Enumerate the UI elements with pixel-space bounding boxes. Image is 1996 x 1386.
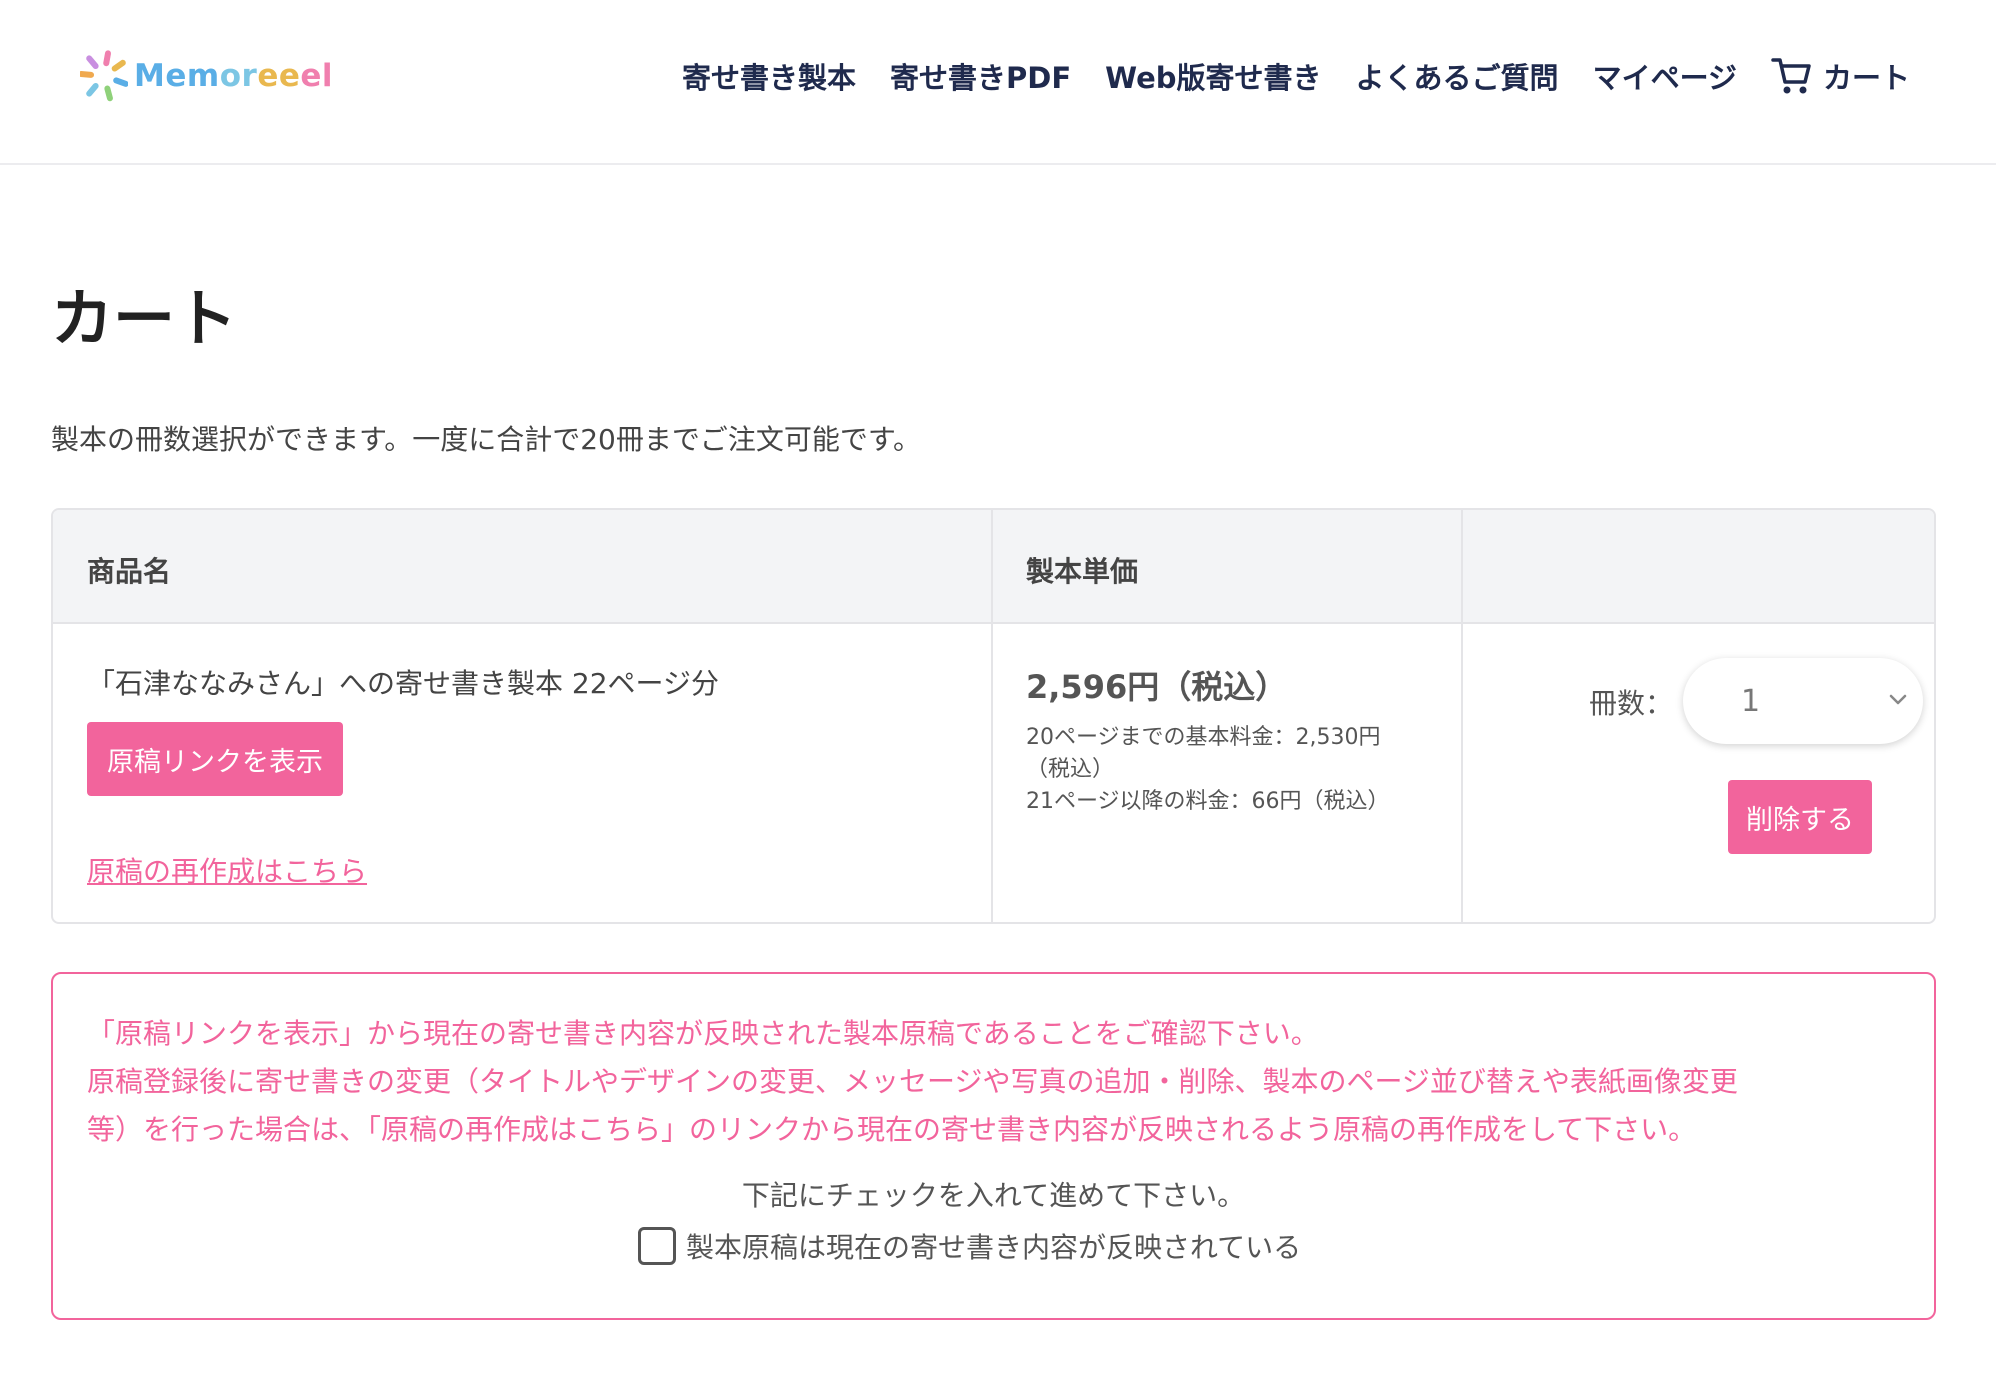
product-name: 「石津ななみさん」への寄せ書き製本 22ページ分 xyxy=(87,667,719,700)
price-breakdown: 20ページまでの基本料金：2,530円 （税込） 21ページ以降の料金：66円（… xyxy=(1026,722,1446,818)
site-logo[interactable]: Memoreeel xyxy=(80,46,333,106)
price-note-base: 20ページまでの基本料金：2,530円 xyxy=(1026,725,1381,750)
manuscript-notice: 「原稿リンクを表示」から現在の寄せ書き内容が反映された製本原稿であることをご確認… xyxy=(51,972,1936,1320)
intro-text: 製本の冊数選択ができます。一度に合計で20冊までご注文可能です。 xyxy=(51,423,922,456)
nav-item-cart-label: カート xyxy=(1822,61,1910,95)
price-note-extra: 21ページ以降の料金：66円（税込） xyxy=(1026,789,1390,814)
notice-line-1: 「原稿リンクを表示」から現在の寄せ書き内容が反映された製本原稿であることをご確認… xyxy=(87,1017,1319,1050)
nav-item-web[interactable]: Web版寄せ書き xyxy=(1105,55,1321,97)
logo-text: Memoreeel xyxy=(134,58,334,94)
recreate-manuscript-link[interactable]: 原稿の再作成はこちら xyxy=(87,850,367,890)
column-divider xyxy=(1461,510,1463,922)
notice-line-3: 等）を行った場合は、「原稿の再作成はこちら」のリンクから現在の寄せ書き内容が反映… xyxy=(87,1113,1697,1146)
logo-burst-icon xyxy=(80,50,128,102)
nav-item-mypage[interactable]: マイページ xyxy=(1593,55,1737,97)
confirm-checkbox-label: 製本原稿は現在の寄せ書き内容が反映されている xyxy=(686,1231,1302,1264)
quantity-value: 1 xyxy=(1741,683,1761,719)
page-title: カート xyxy=(51,282,238,355)
quantity-label: 冊数： xyxy=(1589,687,1674,720)
quantity-select[interactable]: 1 xyxy=(1683,658,1923,744)
confirm-checkbox-row[interactable]: 製本原稿は現在の寄せ書き内容が反映されている xyxy=(638,1226,1301,1266)
confirm-checkbox[interactable] xyxy=(638,1227,676,1265)
table-header xyxy=(53,510,1934,624)
nav-item-binding[interactable]: 寄せ書き製本 xyxy=(682,55,856,97)
chevron-down-icon xyxy=(1889,694,1907,705)
price-note-tax: （税込） xyxy=(1026,757,1115,782)
nav-item-pdf[interactable]: 寄せ書きPDF xyxy=(890,55,1071,97)
show-manuscript-link-button[interactable]: 原稿リンクを表示 xyxy=(87,722,343,796)
column-divider xyxy=(991,510,993,922)
site-header: Memoreeel 寄せ書き製本 寄せ書きPDF Web版寄せ書き よくあるご質… xyxy=(0,0,1996,165)
nav-item-cart[interactable]: カート xyxy=(1771,55,1910,97)
notice-line-2: 原稿登録後に寄せ書きの変更（タイトルやデザインの変更、メッセージや写真の追加・削… xyxy=(87,1065,1738,1098)
cart-icon xyxy=(1771,58,1811,94)
unit-price: 2,596円（税込） xyxy=(1026,668,1288,706)
main-nav: 寄せ書き製本 寄せ書きPDF Web版寄せ書き よくあるご質問 マイページ カー… xyxy=(682,48,1910,104)
header-unit-price: 製本単価 xyxy=(1026,555,1139,588)
header-product-name: 商品名 xyxy=(87,555,172,588)
cart-table: 商品名 製本単価 「石津ななみさん」への寄せ書き製本 22ページ分 原稿リンクを… xyxy=(51,508,1936,924)
nav-item-faq[interactable]: よくあるご質問 xyxy=(1356,55,1559,97)
check-instruction: 下記にチェックを入れて進めて下さい。 xyxy=(741,1179,1246,1212)
delete-button[interactable]: 削除する xyxy=(1728,780,1872,854)
